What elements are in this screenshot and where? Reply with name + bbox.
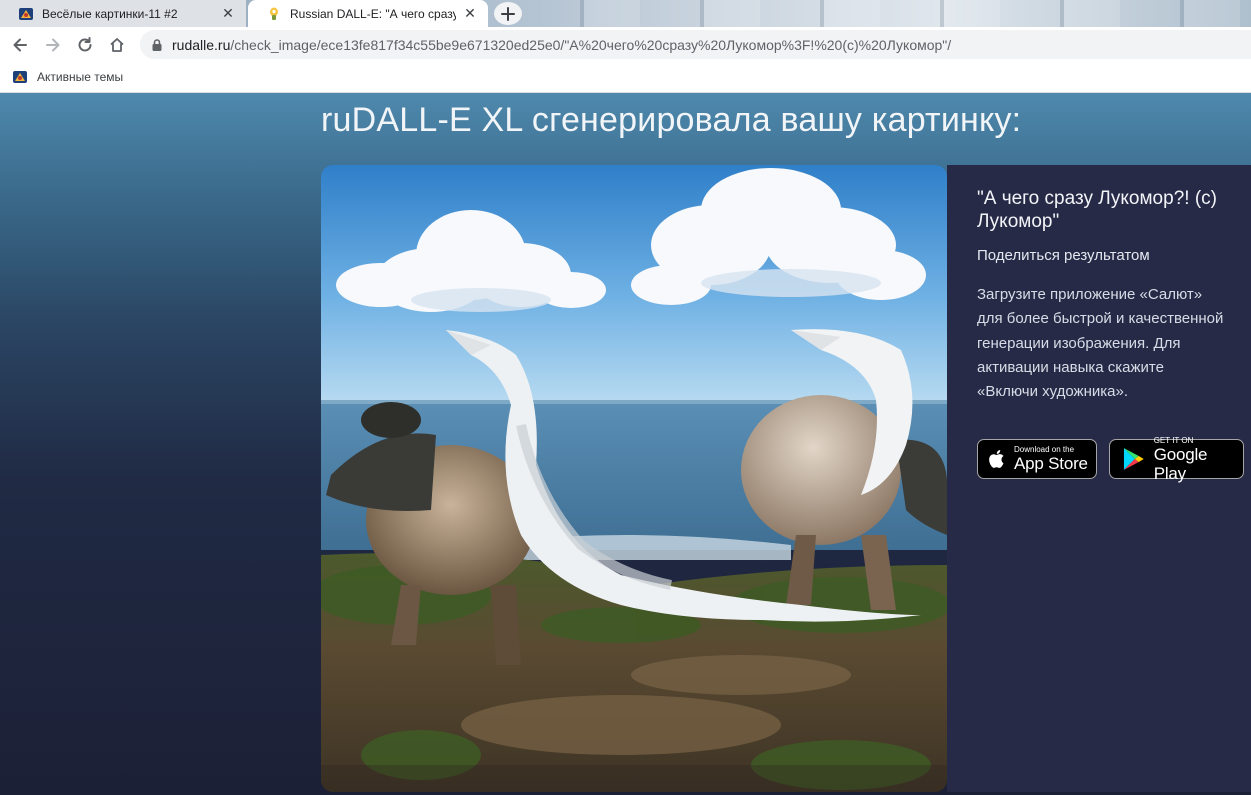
bookmarks-bar: Активные темы <box>0 62 1251 93</box>
apple-icon <box>989 450 1004 468</box>
rudalle-favicon-icon <box>270 7 278 20</box>
home-icon <box>110 38 124 52</box>
arrow-left-icon <box>13 38 27 52</box>
tab-strip: Весёлые картинки-11 #2 ✕ Russian DALL-E:… <box>0 0 1251 27</box>
home-button[interactable] <box>105 33 129 57</box>
tab-rudalle[interactable]: Russian DALL-E: "А чего сразу Лукомор?! … <box>248 0 488 27</box>
tab-close-icon[interactable]: ✕ <box>462 5 478 22</box>
lock-icon[interactable] <box>150 38 164 52</box>
back-button[interactable] <box>8 33 32 57</box>
app-store-button[interactable]: Download on the App Store <box>977 439 1097 479</box>
google-play-button[interactable]: GET IT ON Google Play <box>1109 435 1244 483</box>
share-result-link[interactable]: Поделиться результатом <box>977 247 1150 264</box>
url-host: rudalle.ru <box>172 36 231 53</box>
page-content: ruDALL-E XL сгенерировала вашу картинку: <box>0 93 1251 795</box>
app-store-small-text: Download on the <box>1014 445 1075 454</box>
google-play-big-text: Google Play <box>1153 444 1208 483</box>
google-play-icon <box>1123 448 1144 470</box>
tab-close-icon[interactable]: ✕ <box>220 5 236 22</box>
prompt-text: "А чего сразу Лукомор?! (с) Лукомор" <box>977 188 1217 232</box>
url-path: /check_image/ece13fe817f34c55be9e671320e… <box>230 36 952 53</box>
browser-toolbar: rudalle.ru/check_image/ece13fe817f34c55b… <box>0 27 1251 62</box>
tab-veselye-kartinki[interactable]: Весёлые картинки-11 #2 ✕ <box>0 0 246 27</box>
bookmark-aktivnye-temy[interactable]: Активные темы <box>12 67 123 87</box>
bookmark-label: Активные темы <box>37 70 124 84</box>
info-panel: "А чего сразу Лукомор?! (с) Лукомор" Под… <box>947 165 1251 792</box>
google-play-small-text: GET IT ON <box>1153 435 1194 445</box>
tab-title: Весёлые картинки-11 #2 <box>42 6 178 21</box>
arrow-right-icon <box>46 38 60 52</box>
reload-icon <box>78 37 92 52</box>
plus-icon <box>501 6 515 21</box>
forward-button[interactable] <box>41 33 65 57</box>
page-heading: ruDALL-E XL сгенерировала вашу картинку: <box>321 101 1022 139</box>
app-store-big-text: App Store <box>1014 454 1088 473</box>
forum-favicon-icon <box>13 71 27 83</box>
generated-image-illustration <box>321 165 947 792</box>
promo-text: Загрузите приложение «Салют» для более б… <box>977 286 1224 401</box>
reload-button[interactable] <box>73 33 97 57</box>
address-bar[interactable]: rudalle.ru/check_image/ece13fe817f34c55b… <box>140 30 1251 59</box>
tab-title: Russian DALL-E: "А чего сразу Лукомор?! … <box>290 6 456 21</box>
forum-favicon-icon <box>19 7 33 20</box>
new-tab-button[interactable] <box>494 2 522 25</box>
generated-image[interactable] <box>321 165 947 792</box>
